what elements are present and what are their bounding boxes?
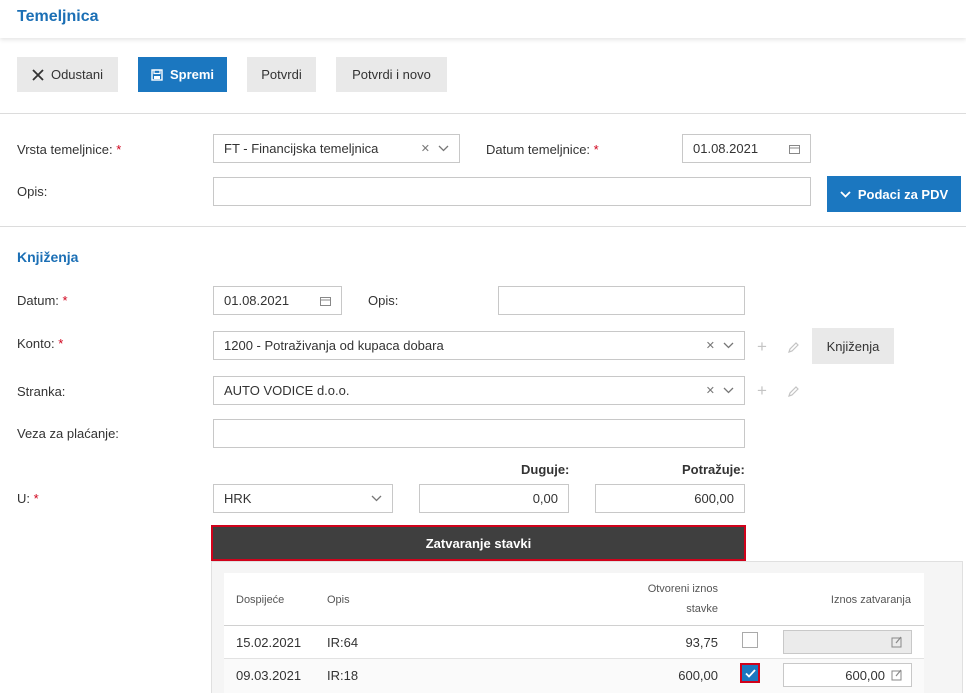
currency-label: U: * bbox=[17, 491, 39, 506]
edit-icon[interactable] bbox=[891, 669, 903, 681]
page-header: Temeljnica bbox=[0, 0, 966, 38]
add-icon[interactable]: + bbox=[757, 382, 767, 399]
chevron-down-icon[interactable] bbox=[371, 495, 382, 502]
page-title: Temeljnica bbox=[17, 8, 99, 25]
save-icon bbox=[151, 68, 163, 81]
checkmark-icon bbox=[744, 668, 756, 678]
posting-desc-input[interactable] bbox=[498, 286, 745, 315]
postings-button[interactable]: Knjiženja bbox=[812, 328, 894, 364]
account-label: Konto: * bbox=[17, 336, 64, 351]
close-items-button[interactable]: Zatvaranje stavki bbox=[211, 525, 746, 561]
divider bbox=[0, 226, 966, 227]
desc-label: Opis: bbox=[17, 184, 48, 199]
row-closing-amount-input[interactable]: 600,00 bbox=[783, 663, 912, 687]
credit-input[interactable]: 600,00 bbox=[595, 484, 745, 513]
add-icon[interactable]: + bbox=[757, 338, 767, 355]
payment-ref-input[interactable] bbox=[213, 419, 745, 448]
vat-data-button-label: Podaci za PDV bbox=[857, 186, 949, 202]
clear-icon[interactable]: ✕ bbox=[706, 384, 715, 397]
row-closing-amount-input[interactable] bbox=[783, 630, 912, 654]
confirm-button-label: Potvrdi bbox=[261, 67, 302, 82]
edit-icon[interactable] bbox=[891, 636, 903, 648]
confirm-button[interactable]: Potvrdi bbox=[247, 57, 316, 92]
column-header-desc: Opis bbox=[327, 594, 350, 606]
date-input[interactable]: 01.08.2021 bbox=[682, 134, 811, 163]
clear-icon[interactable]: ✕ bbox=[706, 339, 715, 352]
currency-select[interactable]: HRK bbox=[213, 484, 393, 513]
row-select-checkbox[interactable] bbox=[742, 632, 758, 648]
cancel-button[interactable]: Odustani bbox=[17, 57, 118, 92]
edit-icon[interactable] bbox=[787, 385, 800, 398]
type-select-value: FT - Financijska temeljnica bbox=[224, 141, 379, 156]
posting-date-label: Datum: * bbox=[17, 293, 68, 308]
save-button-label: Spremi bbox=[169, 67, 215, 82]
row-select-checkbox[interactable] bbox=[740, 663, 760, 683]
confirm-and-new-button[interactable]: Potvrdi i novo bbox=[336, 57, 447, 92]
debit-input[interactable]: 0,00 bbox=[419, 484, 569, 513]
divider bbox=[224, 625, 924, 626]
type-select[interactable]: FT - Financijska temeljnica ✕ bbox=[213, 134, 460, 163]
calendar-icon[interactable] bbox=[789, 144, 800, 154]
date-input-value: 01.08.2021 bbox=[693, 141, 759, 156]
column-header-open-amount: Otvoreni iznos stavke bbox=[647, 583, 718, 615]
save-button[interactable]: Spremi bbox=[138, 57, 227, 92]
row-desc: IR:18 bbox=[327, 668, 359, 683]
type-label: Vrsta temeljnice: * bbox=[17, 142, 122, 157]
edit-icon[interactable] bbox=[787, 341, 800, 354]
close-icon bbox=[32, 68, 44, 81]
cancel-button-label: Odustani bbox=[50, 67, 104, 82]
date-label: Datum temeljnice: * bbox=[486, 142, 599, 157]
column-header-closing-amount: Iznos zatvaranja bbox=[830, 594, 911, 606]
partner-select[interactable]: AUTO VODICE d.o.o. ✕ bbox=[213, 376, 745, 405]
row-open-amount: 600,00 bbox=[678, 668, 718, 683]
debit-label: Duguje: bbox=[521, 462, 570, 477]
partner-label: Stranka: bbox=[17, 384, 66, 399]
posting-desc-label: Opis: bbox=[368, 293, 399, 308]
chevron-down-icon[interactable] bbox=[723, 342, 734, 349]
posting-date-input[interactable]: 01.08.2021 bbox=[213, 286, 342, 315]
desc-input[interactable] bbox=[213, 177, 811, 206]
postings-section-title: Knjiženja bbox=[17, 249, 79, 265]
row-desc: IR:64 bbox=[327, 635, 359, 650]
chevron-down-icon[interactable] bbox=[723, 387, 734, 394]
row-due: 15.02.2021 bbox=[236, 635, 302, 650]
row-due: 09.03.2021 bbox=[236, 668, 302, 683]
confirm-and-new-button-label: Potvrdi i novo bbox=[352, 67, 431, 82]
clear-icon[interactable]: ✕ bbox=[421, 142, 430, 155]
credit-label: Potražuje: bbox=[682, 462, 745, 477]
chevron-down-icon bbox=[840, 190, 851, 198]
column-header-due: Dospijeće bbox=[236, 594, 285, 606]
chevron-down-icon[interactable] bbox=[438, 145, 449, 152]
calendar-icon[interactable] bbox=[320, 296, 331, 306]
payment-ref-label: Veza za plaćanje: bbox=[17, 426, 119, 441]
divider bbox=[0, 113, 966, 114]
row-open-amount: 93,75 bbox=[685, 635, 718, 650]
account-select[interactable]: 1200 - Potraživanja od kupaca dobara ✕ bbox=[213, 331, 745, 360]
vat-data-button[interactable]: Podaci za PDV bbox=[827, 176, 961, 212]
